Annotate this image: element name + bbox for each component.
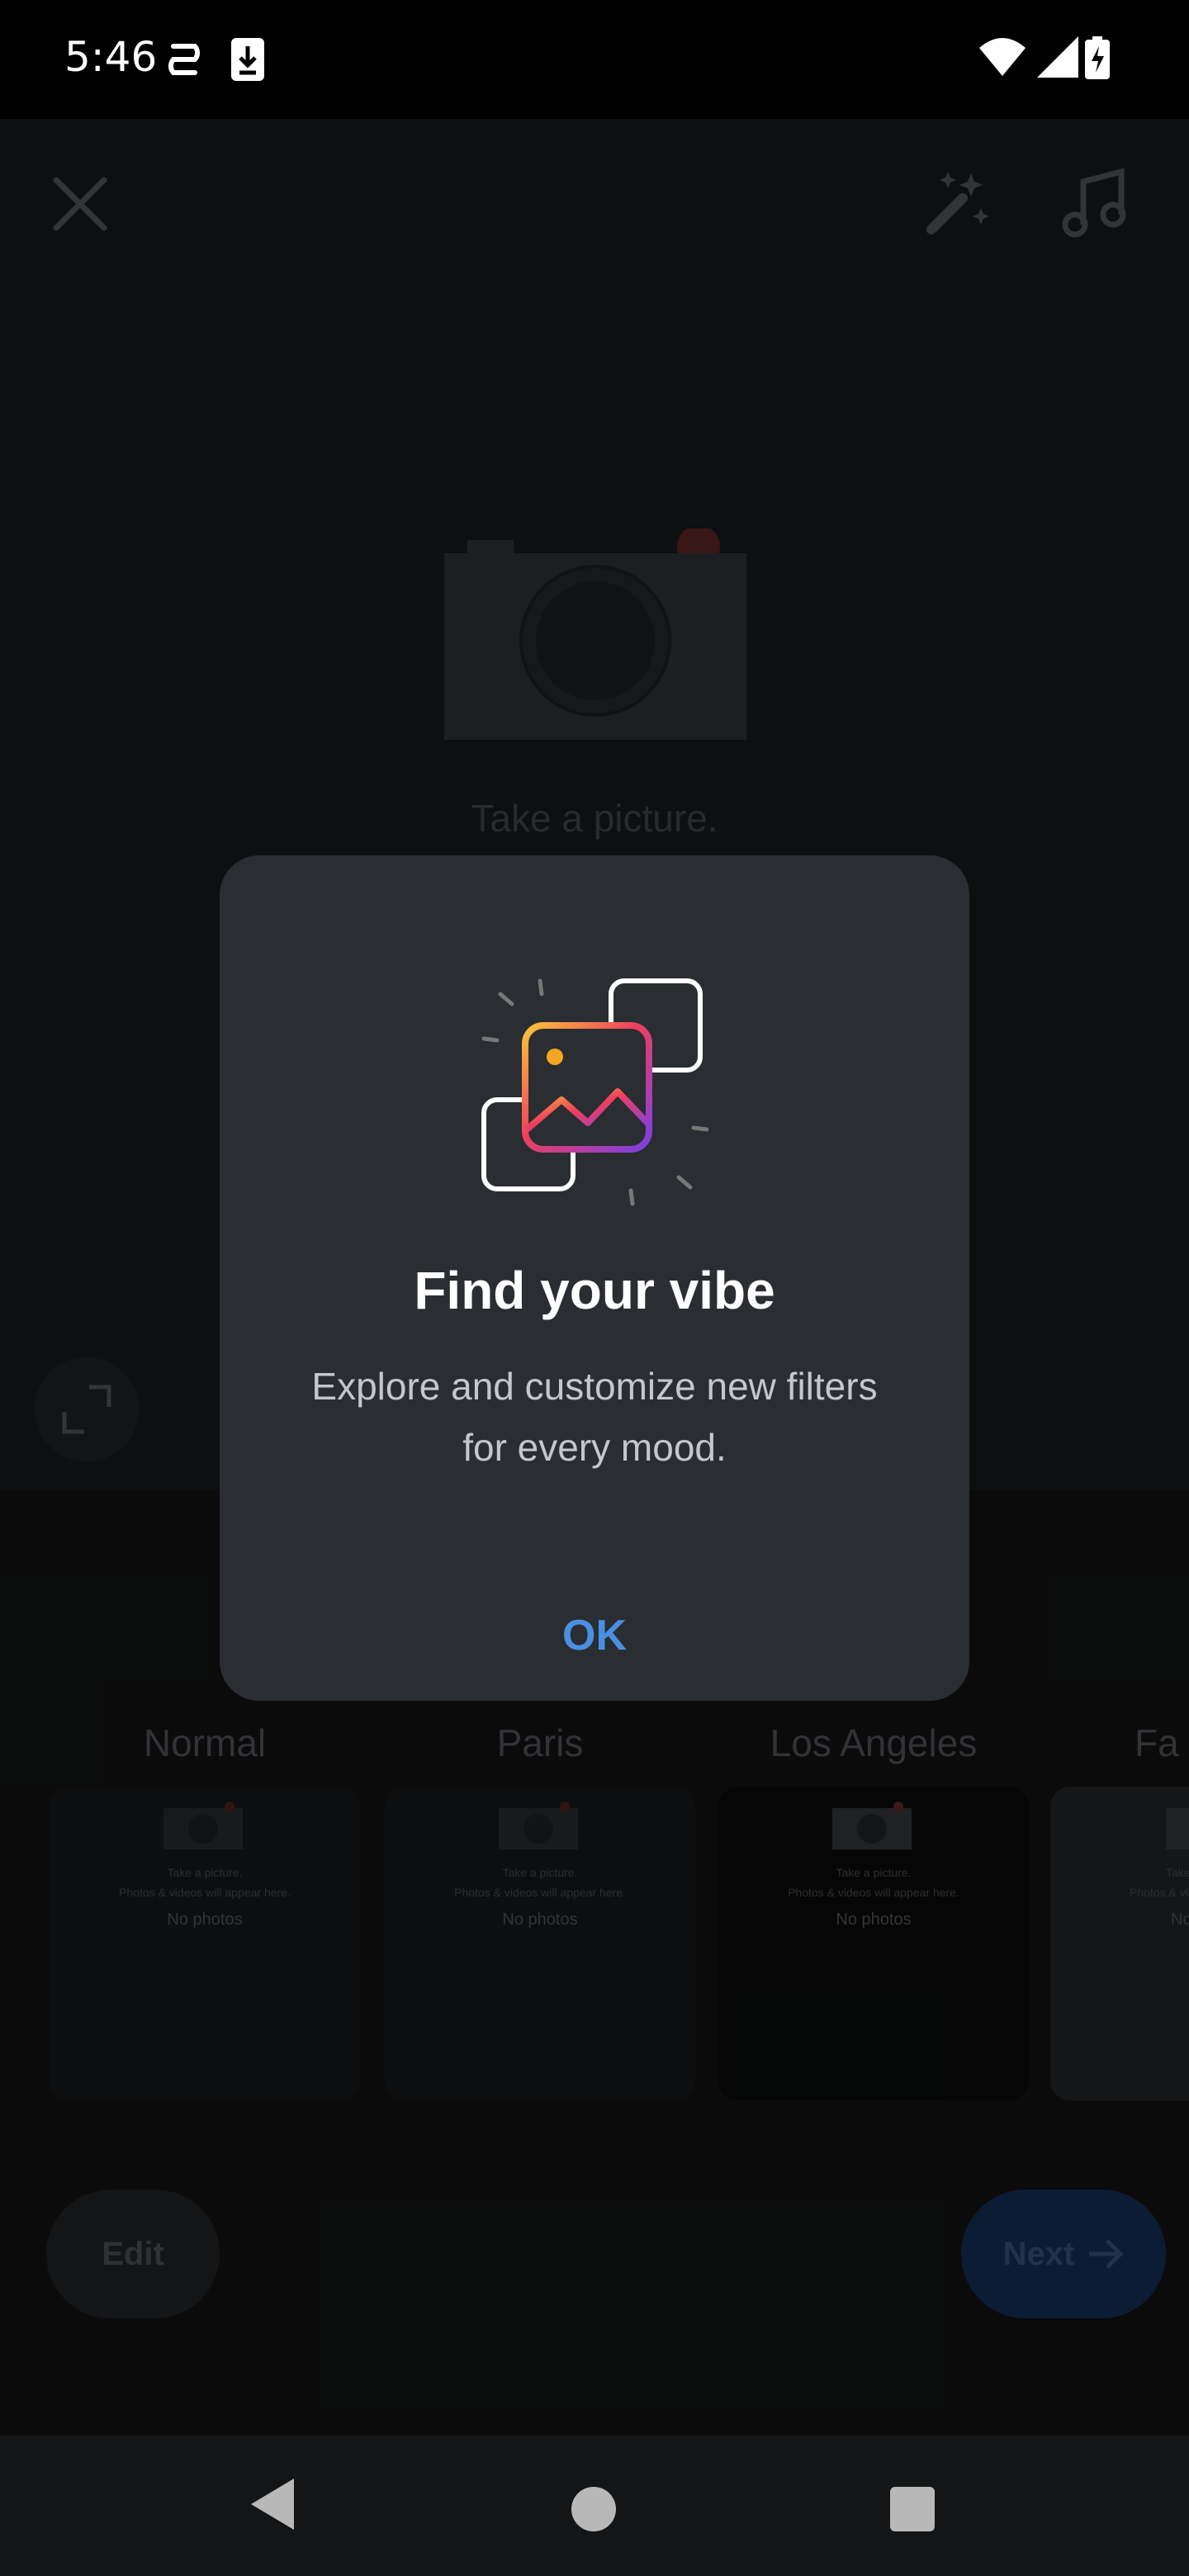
dialog-body: Explore and customize new filters for ev… [311,1365,878,1469]
dialog-title: Find your vibe [414,1261,775,1320]
sync-icon [168,44,200,75]
filters-illustration-icon [481,978,708,1206]
back-icon[interactable] [248,2475,297,2533]
recents-icon[interactable] [890,2487,935,2531]
home-icon[interactable] [571,2487,616,2531]
download-icon [231,38,264,81]
status-time: 5:46 [64,33,158,81]
find-your-vibe-dialog: Find your vibe Explore and customize new… [220,855,969,1701]
ok-button[interactable]: OK [520,1598,669,1673]
battery-charging-icon [1085,36,1110,79]
cellular-signal-icon [1037,36,1078,78]
wifi-icon [979,38,1026,76]
status-bar: 5:46 [0,0,1189,119]
system-nav-bar [0,2436,1189,2576]
